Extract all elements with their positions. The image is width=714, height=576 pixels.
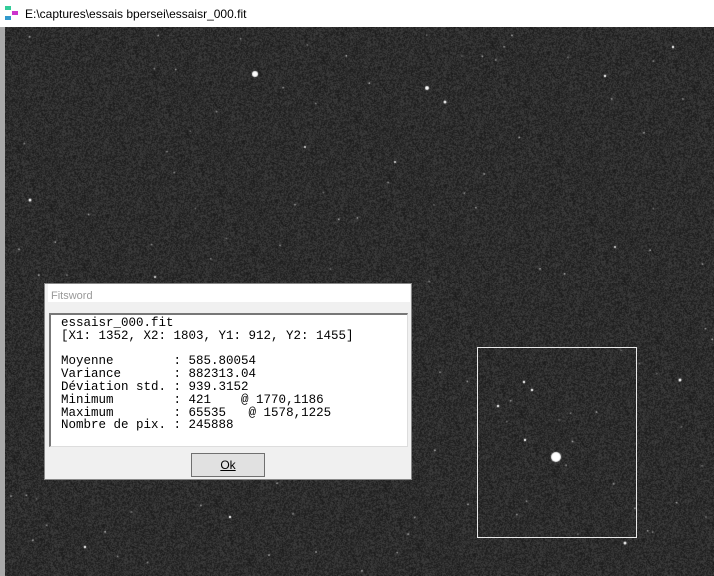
dialog-title-bar: Fitsword bbox=[48, 284, 410, 302]
dialog-title: Fitsword bbox=[51, 290, 93, 302]
ok-button[interactable]: Ok bbox=[191, 453, 265, 477]
window-title: E:\captures\essais bpersei\essaisr_000.f… bbox=[25, 6, 247, 21]
app-icon bbox=[5, 5, 19, 22]
ok-button-label: Ok bbox=[220, 458, 236, 472]
statistics-dialog: Fitsword essaisr_000.fit [X1: 1352, X2: … bbox=[44, 283, 412, 480]
title-bar: E:\captures\essais bpersei\essaisr_000.f… bbox=[0, 0, 714, 27]
stat-value: 245888 bbox=[188, 418, 234, 433]
statistics-textbox[interactable]: essaisr_000.fit [X1: 1352, X2: 1803, Y1:… bbox=[49, 313, 408, 447]
selection-rectangle[interactable] bbox=[477, 347, 637, 538]
stat-label: Nombre de pix. bbox=[61, 418, 167, 433]
stats-region: [X1: 1352, X2: 1803, Y1: 912, Y2: 1455] bbox=[61, 328, 354, 343]
